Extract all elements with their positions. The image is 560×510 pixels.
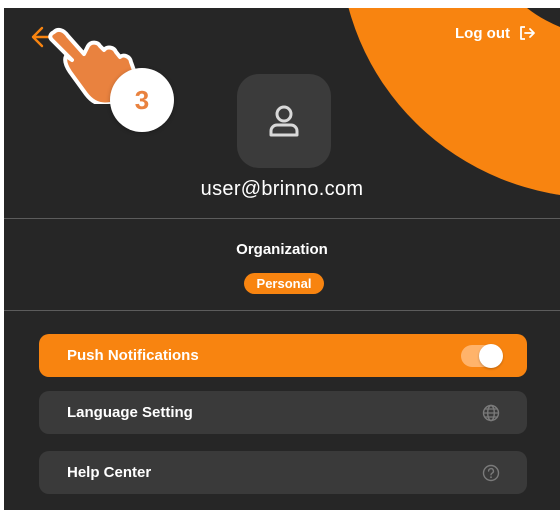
logout-label: Log out bbox=[455, 24, 510, 42]
question-icon bbox=[481, 463, 501, 483]
tutorial-step-badge: 3 bbox=[110, 68, 174, 132]
divider bbox=[4, 218, 560, 219]
help-center-item[interactable]: Help Center bbox=[39, 451, 527, 494]
logout-button[interactable]: Log out bbox=[455, 24, 536, 42]
logout-icon bbox=[520, 26, 535, 40]
language-setting-item[interactable]: Language Setting bbox=[39, 391, 527, 434]
toggle-knob bbox=[479, 343, 503, 368]
user-icon bbox=[269, 105, 299, 137]
organization-title: Organization bbox=[236, 241, 328, 258]
push-notifications-toggle[interactable] bbox=[461, 343, 503, 368]
user-email: user@brinno.com bbox=[200, 178, 364, 200]
push-notifications-item[interactable]: Push Notifications bbox=[39, 334, 527, 377]
avatar bbox=[237, 74, 331, 168]
globe-icon bbox=[481, 403, 501, 423]
help-center-label: Help Center bbox=[67, 464, 152, 481]
divider bbox=[4, 310, 560, 311]
push-notifications-label: Push Notifications bbox=[67, 347, 199, 364]
organization-badge: Personal bbox=[244, 273, 324, 294]
language-setting-label: Language Setting bbox=[67, 404, 193, 421]
